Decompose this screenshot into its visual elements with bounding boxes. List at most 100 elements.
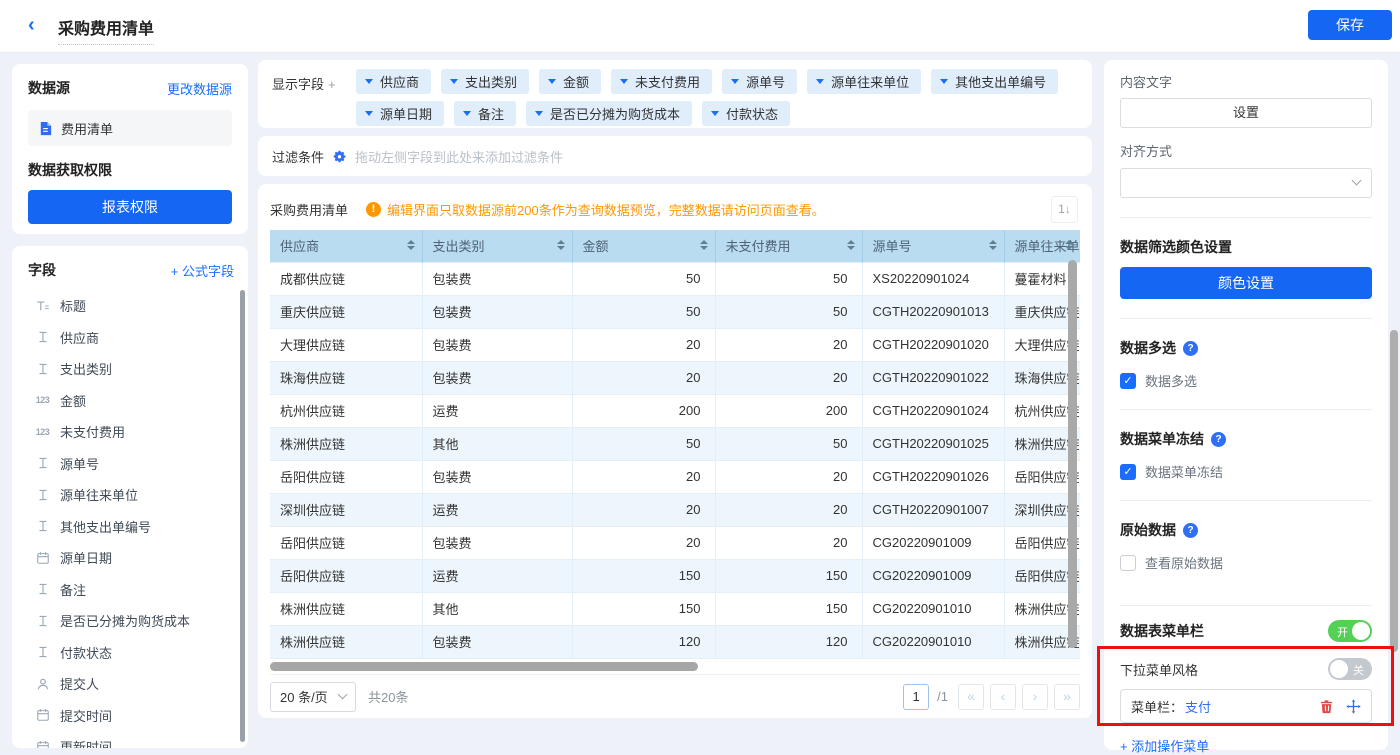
display-field-chip[interactable]: 供应商	[356, 69, 431, 94]
row-order-button[interactable]: 1↓	[1051, 196, 1078, 223]
content-text-settings-button[interactable]: 设置	[1120, 98, 1372, 128]
table-row[interactable]: 深圳供应链运费2020CGTH20220901007深圳供应链	[270, 493, 1080, 526]
checkbox-icon[interactable]	[1120, 555, 1136, 571]
move-icon[interactable]	[1346, 699, 1361, 714]
color-settings-button[interactable]: 颜色设置	[1120, 267, 1372, 299]
text-field-icon	[34, 519, 51, 533]
table-row[interactable]: 珠海供应链包装费2020CGTH20220901022珠海供应链	[270, 361, 1080, 394]
display-field-chip[interactable]: 金额	[539, 69, 601, 94]
display-field-chip[interactable]: 是否已分摊为购货成本	[526, 101, 692, 126]
change-datasource-link[interactable]: 更改数据源	[167, 79, 232, 98]
table-cell: 150	[715, 559, 862, 592]
display-field-chip[interactable]: 源单日期	[356, 101, 444, 126]
dropdown-style-toggle[interactable]: 关	[1328, 658, 1372, 680]
field-item[interactable]: 支出类别	[28, 353, 234, 385]
menu-item-value[interactable]: 支付	[1185, 697, 1211, 716]
help-icon[interactable]: ?	[1183, 341, 1198, 356]
field-item[interactable]: 付款状态	[28, 637, 234, 669]
save-button[interactable]: 保存	[1308, 10, 1392, 40]
display-field-chip[interactable]: 源单号	[722, 69, 797, 94]
current-page-input[interactable]: 1	[903, 684, 929, 710]
report-permission-button[interactable]: 报表权限	[28, 190, 232, 224]
next-page-button[interactable]: ›	[1022, 684, 1048, 710]
field-item[interactable]: 提交人	[28, 668, 234, 700]
display-field-chip[interactable]: 备注	[454, 101, 516, 126]
chevron-down-icon	[450, 79, 458, 84]
checkbox-icon[interactable]: ✓	[1120, 373, 1136, 389]
help-icon[interactable]: ?	[1211, 432, 1226, 447]
table-row[interactable]: 岳阳供应链包装费2020CG20220901009岳阳供应链	[270, 526, 1080, 559]
table-column-header[interactable]: 支出类别	[422, 230, 572, 262]
table-row[interactable]: 株洲供应链其他5050CGTH20220901025株洲供应链	[270, 427, 1080, 460]
field-item[interactable]: 供应商	[28, 322, 234, 354]
add-formula-field-link[interactable]: + 公式字段	[171, 261, 234, 280]
table-column-header[interactable]: 供应商	[270, 230, 422, 262]
field-item[interactable]: 123金额	[28, 385, 234, 417]
window-scrollbar[interactable]	[1390, 330, 1398, 652]
sort-arrows-icon[interactable]	[989, 240, 997, 250]
table-title: 采购费用清单	[270, 200, 348, 219]
table-column-header[interactable]: 源单往来单位	[1004, 230, 1080, 262]
chevron-down-icon	[338, 690, 348, 700]
add-action-menu-link[interactable]: + 添加操作菜单	[1120, 736, 1372, 755]
chip-label: 支出类别	[465, 72, 517, 91]
display-field-chip[interactable]: 支出类别	[441, 69, 529, 94]
field-item[interactable]: 提交时间	[28, 700, 234, 732]
display-field-chip[interactable]: 其他支出单编号	[931, 69, 1058, 94]
chevron-down-icon	[711, 111, 719, 116]
field-item[interactable]: 更新时间	[28, 731, 234, 748]
back-icon[interactable]: ‹	[28, 13, 35, 37]
sort-arrows-icon[interactable]	[407, 240, 415, 250]
last-page-button[interactable]: »	[1054, 684, 1080, 710]
field-item[interactable]: 源单日期	[28, 542, 234, 574]
table-row[interactable]: 岳阳供应链包装费2020CGTH20220901026岳阳供应链	[270, 460, 1080, 493]
table-column-header[interactable]: 源单号	[862, 230, 1004, 262]
multi-select-checkbox[interactable]: ✓ 数据多选	[1120, 371, 1372, 390]
menu-freeze-checkbox[interactable]: ✓ 数据菜单冻结	[1120, 462, 1372, 481]
table-cell: 重庆供应链	[270, 295, 422, 328]
sort-arrows-icon[interactable]	[1065, 240, 1073, 250]
field-item[interactable]: 是否已分摊为购货成本	[28, 605, 234, 637]
table-body: 成都供应链包装费5050XS20220901024蔓霍材料重庆供应链包装费505…	[270, 262, 1080, 658]
display-field-chip[interactable]: 付款状态	[702, 101, 790, 126]
table-menubar-toggle[interactable]: 开	[1328, 620, 1372, 642]
sort-arrows-icon[interactable]	[700, 240, 708, 250]
raw-data-checkbox[interactable]: 查看原始数据	[1120, 553, 1372, 572]
sort-arrows-icon[interactable]	[557, 240, 565, 250]
table-row[interactable]: 岳阳供应链运费150150CG20220901009岳阳供应链	[270, 559, 1080, 592]
field-item[interactable]: 源单号	[28, 448, 234, 480]
field-item[interactable]: 备注	[28, 574, 234, 606]
field-item[interactable]: 其他支出单编号	[28, 511, 234, 543]
align-select[interactable]	[1120, 168, 1372, 198]
gear-icon[interactable]	[332, 149, 347, 164]
table-cell: 50	[715, 427, 862, 460]
table-cell: 20	[715, 493, 862, 526]
table-row[interactable]: 重庆供应链包装费5050CGTH20220901013重庆供应链	[270, 295, 1080, 328]
table-row[interactable]: 杭州供应链运费200200CGTH20220901024杭州供应链	[270, 394, 1080, 427]
table-row[interactable]: 株洲供应链其他150150CG20220901010株洲供应链	[270, 592, 1080, 625]
sort-arrows-icon[interactable]	[847, 240, 855, 250]
table-row[interactable]: 成都供应链包装费5050XS20220901024蔓霍材料	[270, 262, 1080, 295]
table-row[interactable]: 大理供应链包装费2020CGTH20220901020大理供应链	[270, 328, 1080, 361]
display-field-chip[interactable]: 未支付费用	[611, 69, 712, 94]
field-item[interactable]: 源单往来单位	[28, 479, 234, 511]
field-item[interactable]: 标题	[28, 290, 234, 322]
table-row[interactable]: 株洲供应链包装费120120CG20220901010株洲供应链	[270, 625, 1080, 658]
datasource-item[interactable]: 费用清单	[28, 110, 232, 146]
add-display-field-button[interactable]: +	[328, 77, 336, 92]
table-column-header[interactable]: 金额	[572, 230, 715, 262]
fields-scrollbar[interactable]	[240, 290, 245, 742]
table-column-header[interactable]: 未支付费用	[715, 230, 862, 262]
display-field-chip[interactable]: 源单往来单位	[807, 69, 921, 94]
prev-page-button[interactable]: ‹	[990, 684, 1016, 710]
table-horizontal-scrollbar[interactable]	[270, 662, 698, 671]
page-size-select[interactable]: 20 条/页	[270, 682, 356, 712]
dropdown-style-label: 下拉菜单风格	[1120, 660, 1198, 679]
checkbox-icon[interactable]: ✓	[1120, 464, 1136, 480]
table-cell: 包装费	[422, 361, 572, 394]
first-page-button[interactable]: «	[958, 684, 984, 710]
table-vertical-scrollbar[interactable]	[1068, 260, 1077, 648]
help-icon[interactable]: ?	[1183, 523, 1198, 538]
trash-icon[interactable]	[1319, 699, 1334, 714]
field-item[interactable]: 123未支付费用	[28, 416, 234, 448]
